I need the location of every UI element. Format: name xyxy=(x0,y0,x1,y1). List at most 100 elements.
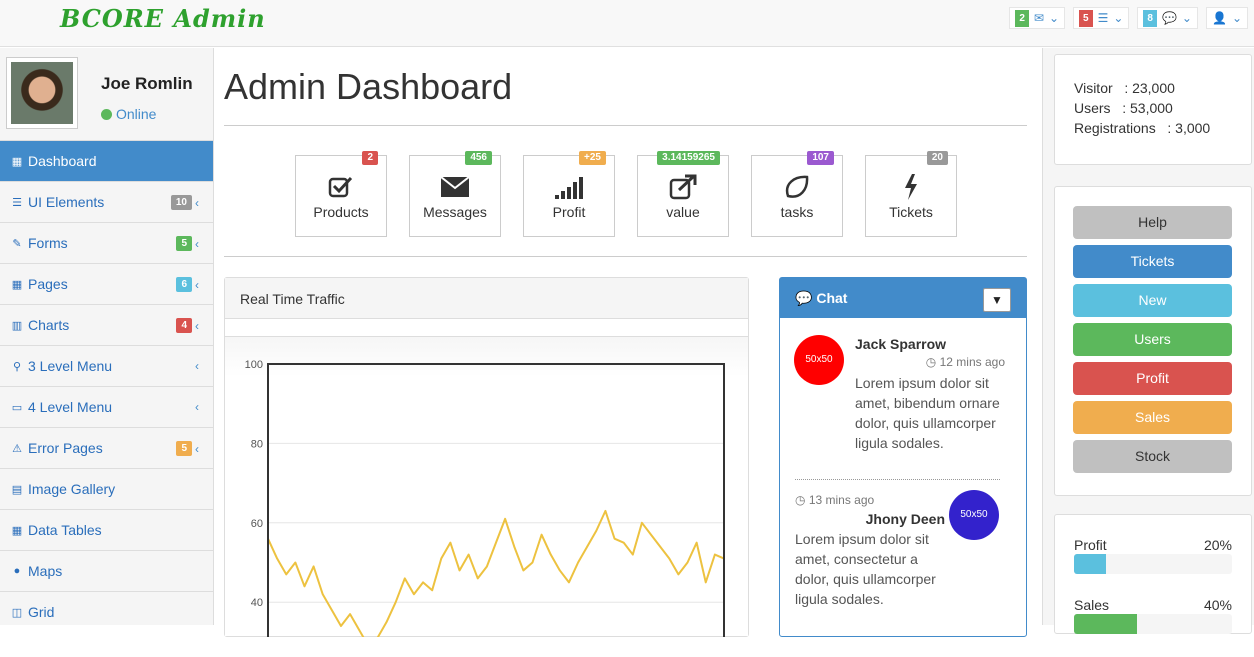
sidebar-item-label: Pages xyxy=(28,276,68,292)
sidebar-item-3-level-menu[interactable]: ⚲ 3 Level Menu ‹ xyxy=(0,345,213,386)
chat-title: Chat xyxy=(816,290,848,306)
data-point xyxy=(440,557,442,560)
sidebar-item-grid[interactable]: ◫ Grid xyxy=(0,591,213,632)
sidebar-item-ui-elements[interactable]: ☰ UI Elements 10 ‹ xyxy=(0,181,213,222)
tickets-button[interactable]: Tickets xyxy=(1073,245,1232,278)
divider xyxy=(224,125,1027,126)
data-point xyxy=(696,542,698,544)
map-marker-icon: ● xyxy=(13,565,21,577)
sidebar-item-meta: 5 ‹ xyxy=(176,236,199,251)
traffic-chart-area: 100 80 60 40 xyxy=(225,336,748,657)
tile-value[interactable]: 3.14159265 value xyxy=(637,151,729,237)
avatar[interactable] xyxy=(6,57,78,129)
folder-open-icon: ▭ xyxy=(11,401,23,414)
progress-label: Profit xyxy=(1074,537,1107,553)
sidebar-item-charts[interactable]: ▥ Charts 4 ‹ xyxy=(0,304,213,345)
progress-label: Sales xyxy=(1074,597,1110,613)
tile-tickets[interactable]: 20 Tickets xyxy=(865,151,957,237)
traffic-panel-title: Real Time Traffic xyxy=(225,278,748,319)
progress-fill xyxy=(1074,554,1106,574)
chat-message-text: Lorem ipsum dolor sit amet, consectetur … xyxy=(795,531,936,607)
data-point xyxy=(331,609,333,611)
chat-sender-name: Jack Sparrow xyxy=(855,336,947,352)
sidebar-item-maps[interactable]: ● Maps xyxy=(0,550,213,591)
profit-button[interactable]: Profit xyxy=(1073,362,1232,395)
sidebar-item-4-level-menu[interactable]: ▭ 4 Level Menu ‹ xyxy=(0,386,213,427)
messages-badge: 2 xyxy=(1015,9,1029,27)
comments-icon: 💬 xyxy=(795,290,813,306)
data-point xyxy=(495,542,497,544)
traffic-series-line xyxy=(267,509,725,647)
pencil-icon: ✎ xyxy=(12,237,22,250)
tasks-icon: ☰ xyxy=(12,196,22,209)
tile-label: value xyxy=(666,204,700,220)
chat-panel: 💬 Chat ▼ 50x50 Jack Sparrow ◷ 12 mins ag… xyxy=(779,277,1027,637)
divider xyxy=(224,256,1027,257)
progress-percent: 20% xyxy=(1203,537,1232,553)
sales-button[interactable]: Sales xyxy=(1073,401,1232,434)
table-icon: ▦ xyxy=(11,278,23,291)
external-link-icon xyxy=(638,174,728,200)
chevron-left-icon: ‹ xyxy=(195,441,199,456)
sidebar-item-dashboard[interactable]: ▦ Dashboard xyxy=(0,140,213,181)
data-point xyxy=(303,585,306,587)
app-logo[interactable]: BCORE Admin xyxy=(60,4,266,33)
sidebar-item-label: 3 Level Menu xyxy=(28,358,113,374)
comments-dropdown[interactable]: 8 💬 ⌄ xyxy=(1137,7,1198,29)
leaf-icon xyxy=(752,174,842,200)
data-point xyxy=(541,534,543,536)
data-point xyxy=(668,557,670,560)
tile-badge: 20 xyxy=(926,151,948,165)
sidebar-item-error-pages[interactable]: ⚠ Error Pages 5 ‹ xyxy=(0,427,213,468)
data-point xyxy=(513,546,515,548)
sidebar-item-label: Forms xyxy=(28,235,68,251)
data-point xyxy=(276,557,278,560)
progress-fill xyxy=(1074,614,1138,634)
data-point xyxy=(632,553,634,556)
tasks-dropdown[interactable]: 5 ☰ ⌄ xyxy=(1073,7,1130,29)
user-icon: 👤 xyxy=(1211,11,1227,25)
y-tick-label: 80 xyxy=(251,438,263,450)
help-button[interactable]: Help xyxy=(1073,206,1232,239)
chat-avatar: 50x50 xyxy=(794,335,844,385)
tasks-badge: 5 xyxy=(1079,9,1093,27)
data-point xyxy=(486,565,488,568)
sidebar-item-image-gallery[interactable]: ▤ Image Gallery xyxy=(0,468,213,509)
chat-collapse-button[interactable]: ▼ xyxy=(983,288,1011,312)
chat-message-text: Lorem ipsum dolor sit amet, bibendum orn… xyxy=(855,375,1000,451)
data-point xyxy=(477,577,479,579)
sidebar-item-label: Dashboard xyxy=(28,153,97,169)
sidebar-item-meta: 6 ‹ xyxy=(176,277,199,292)
progress-row-profit: Profit 20% xyxy=(1074,537,1232,597)
tasks-icon: ☰ xyxy=(1097,11,1109,25)
sidebar-item-label: Charts xyxy=(28,317,70,333)
sidebar-item-forms[interactable]: ✎ Forms 5 ‹ xyxy=(0,222,213,263)
data-point xyxy=(358,629,360,631)
messages-dropdown[interactable]: 2 ✉ ⌄ xyxy=(1009,7,1066,29)
tile-badge: 3.14159265 xyxy=(657,151,720,165)
y-tick-label: 40 xyxy=(251,597,263,609)
sidebar-item-badge: 5 xyxy=(176,236,192,251)
tile-tasks[interactable]: 107 tasks xyxy=(751,151,843,237)
user-dropdown[interactable]: 👤 ⌄ xyxy=(1205,7,1248,29)
users-button[interactable]: Users xyxy=(1073,323,1232,356)
sidebar-item-meta: 5 ‹ xyxy=(176,441,199,456)
stat-visitor: Visitor : 23,000 xyxy=(1074,80,1175,96)
tile-messages[interactable]: 456 Messages xyxy=(409,151,501,237)
tile-products[interactable]: 2 Products xyxy=(295,151,387,237)
data-point xyxy=(468,553,470,556)
data-point xyxy=(349,613,351,615)
data-point xyxy=(422,581,424,583)
data-point xyxy=(577,561,579,564)
stock-button[interactable]: Stock xyxy=(1073,440,1232,473)
user-profile: Joe Romlin Online xyxy=(0,48,213,140)
main-content: Admin Dashboard 2 Products 456 Messages +25 P… xyxy=(224,48,1028,657)
sidebar-item-pages[interactable]: ▦ Pages 6 ‹ xyxy=(0,263,213,304)
data-point xyxy=(559,569,561,572)
data-point xyxy=(458,569,461,572)
tile-profit[interactable]: +25 Profit xyxy=(523,151,615,237)
new-button[interactable]: New xyxy=(1073,284,1232,317)
chevron-left-icon: ‹ xyxy=(195,400,199,414)
sidebar-item-data-tables[interactable]: ▦ Data Tables xyxy=(0,509,213,550)
stats-box: Visitor : 23,000 Users : 53,000 Registra… xyxy=(1054,54,1252,165)
